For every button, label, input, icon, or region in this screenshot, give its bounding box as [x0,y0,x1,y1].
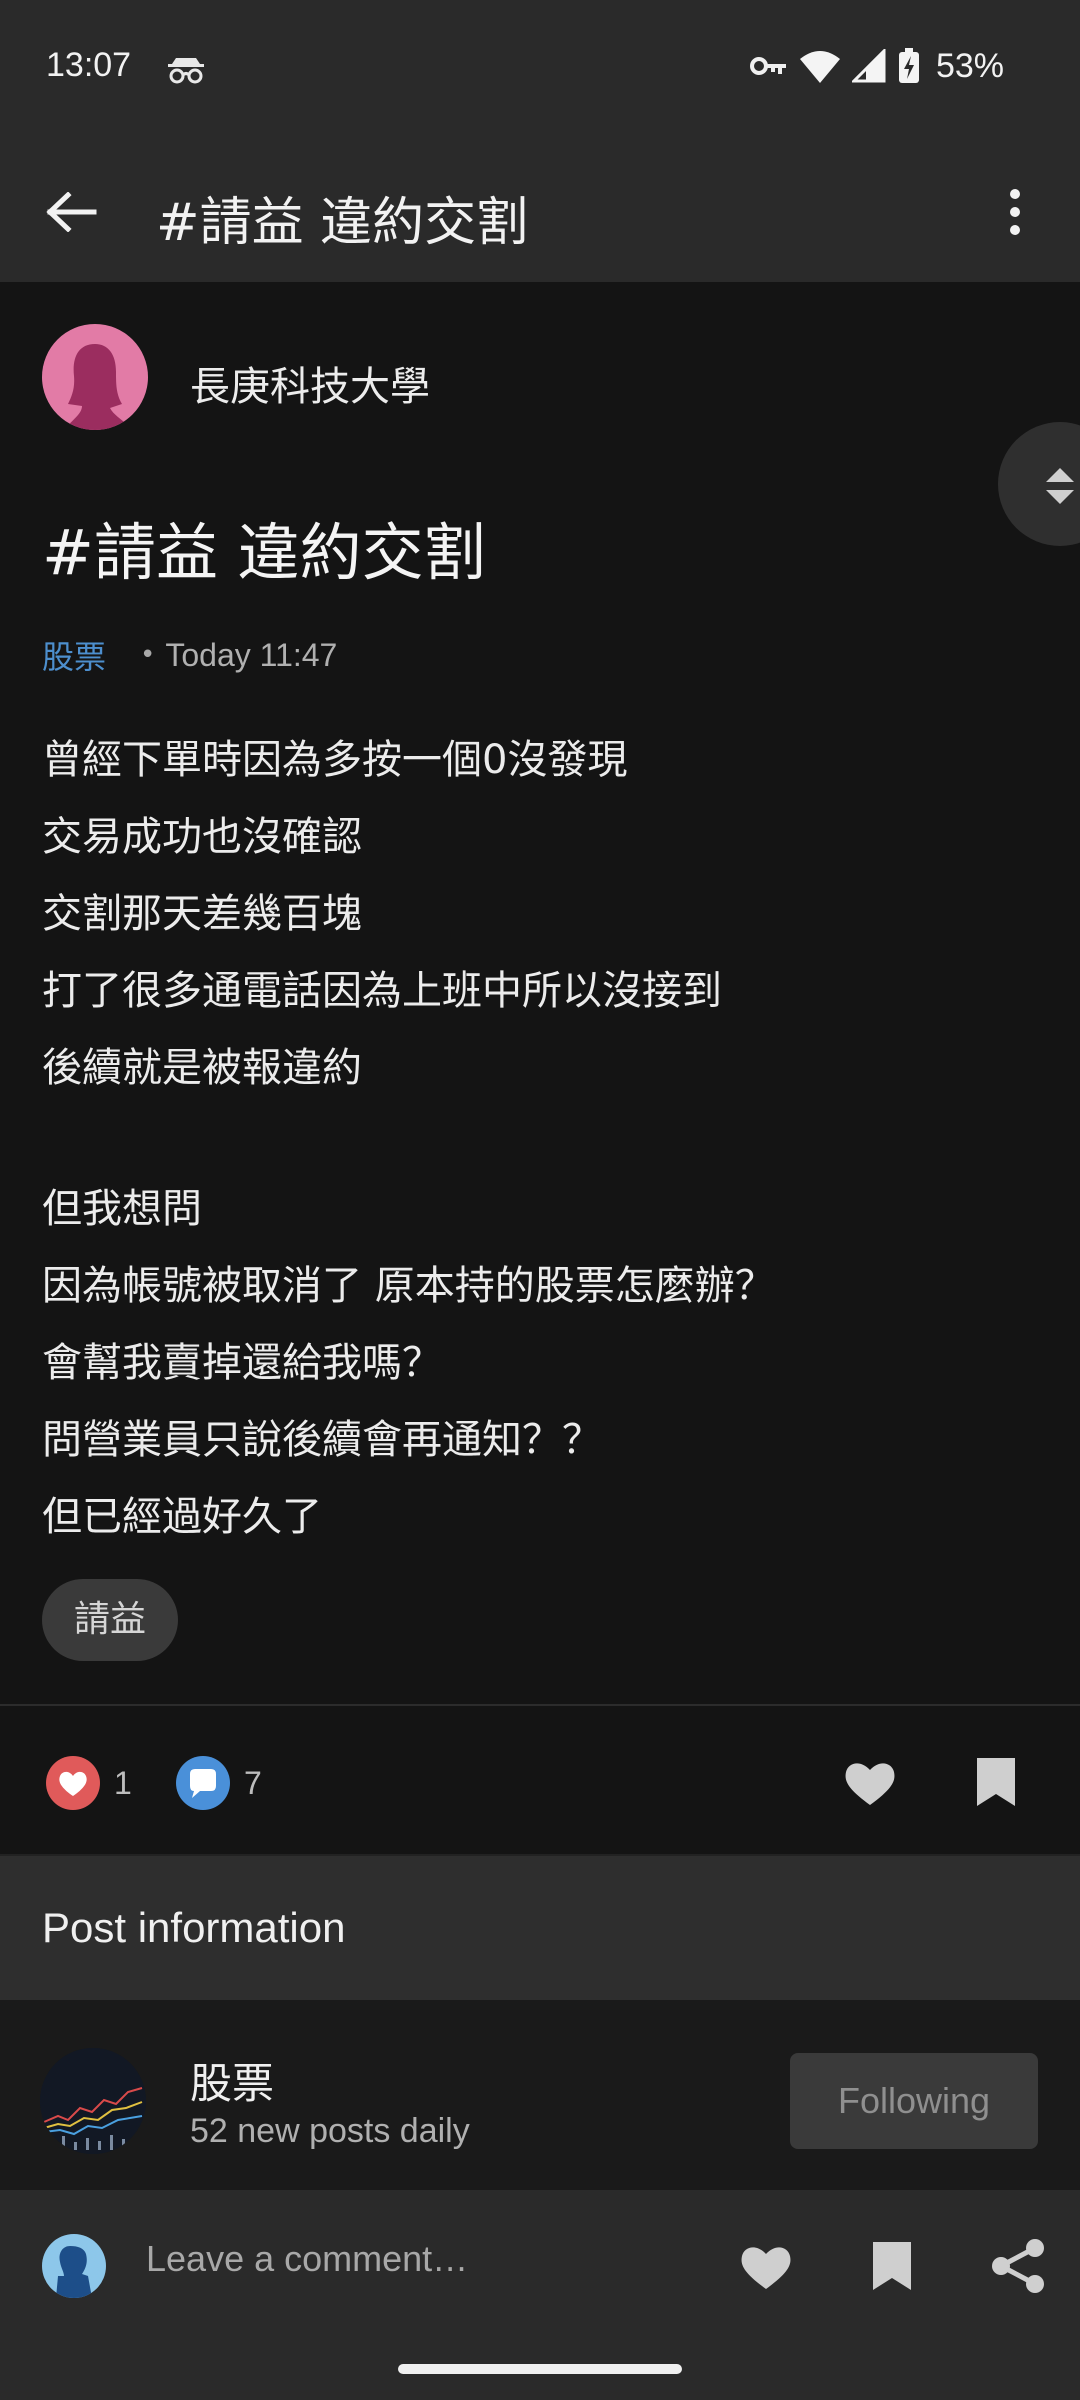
author-avatar[interactable] [42,324,148,430]
vpn-key-icon [749,54,788,78]
body-line: 問營業員只說後續會再通知？？ [42,1417,602,1463]
body-line: 曾經下單時因為多按一個0沒發現 [42,737,628,783]
following-button[interactable]: Following [790,2053,1038,2149]
post-time: Today 11:47 [165,636,338,673]
user-silhouette-icon [56,2246,92,2298]
body-line: 交割那天差幾百塊 [42,891,362,937]
comment-count: 7 [244,1764,262,1801]
body-line: 打了很多通電話因為上班中所以沒接到 [42,968,722,1014]
like-button[interactable] [840,1752,900,1812]
meta-separator: • [140,640,156,670]
battery-percent: 53% [935,46,1004,85]
battery-charging-icon [898,48,920,84]
board-post-rate: 52 new posts daily [190,2112,470,2150]
post-meta: 股票 • Today 11:47 [42,632,337,678]
post-info-header: Post information [0,1854,1080,2000]
author-name[interactable]: 長庚科技大學 [190,354,430,412]
bookmark-icon [977,1758,1015,1806]
body-line: 但已經過好久了 [42,1494,322,1540]
board-row[interactable]: 股票 52 new posts daily Following [0,2000,1080,2190]
female-silhouette-icon [64,344,132,430]
like-count-group[interactable]: 1 [46,1756,132,1810]
bookmark-button[interactable] [966,1752,1026,1812]
post-title: #請益 違約交割 [42,516,486,589]
board-avatar[interactable] [40,2048,146,2154]
status-time: 13:07 [46,46,132,84]
up-down-arrows-icon [1046,468,1074,504]
bookmark-icon [873,2242,911,2290]
body-line: 但我想問 [42,1186,202,1232]
body-line: 後續就是被報違約 [42,1045,362,1091]
back-button[interactable] [36,176,108,248]
app-bar: #請益 違約交割 [0,140,1080,282]
board-link[interactable]: 股票 [42,632,106,678]
comment-count-group[interactable]: 7 [176,1756,262,1810]
comment-badge-icon [176,1756,230,1810]
heart-icon [741,2247,791,2289]
user-avatar[interactable] [42,2234,106,2298]
heart-icon [845,1763,895,1805]
post-body: 曾經下單時因為多按一個0沒發現 交易成功也沒確認 交割那天差幾百塊 打了很多通電… [42,722,1042,1556]
post-info-title: Post information [42,1904,346,1951]
arrow-left-icon [46,192,97,232]
more-vertical-icon [1010,189,1020,235]
body-line: 因為帳號被取消了 原本持的股票怎麼辦？ [42,1263,775,1309]
page-title: #請益 違約交割 [156,193,529,253]
heart-badge-icon [46,1756,100,1810]
topic-tag-chip[interactable]: 請益 [42,1579,179,1661]
body-blank-line [42,1107,1042,1171]
stock-chart-thumbnail-icon [40,2048,146,2154]
home-indicator[interactable] [398,2364,682,2374]
body-line: 會幫我賣掉還給我嗎？ [42,1340,442,1386]
comment-bar-like-button[interactable] [734,2234,798,2298]
comment-bar-bookmark-button[interactable] [860,2234,924,2298]
like-count: 1 [114,1764,132,1801]
cell-signal-icon [851,49,886,83]
wifi-icon [799,49,840,83]
comment-input[interactable]: Leave a comment… [146,2238,468,2280]
share-icon [992,2239,1044,2293]
status-bar: 13:07 53% [0,0,1080,140]
comment-bar: Leave a comment… [0,2190,1080,2400]
share-button[interactable] [986,2234,1050,2298]
incognito-icon [166,48,206,88]
more-options-button[interactable] [990,176,1040,248]
scroll-toggle-button[interactable] [998,422,1080,546]
body-line: 交易成功也沒確認 [42,814,362,860]
board-name[interactable]: 股票 [190,2050,274,2111]
reactions-row: 1 7 [0,1706,1080,1854]
